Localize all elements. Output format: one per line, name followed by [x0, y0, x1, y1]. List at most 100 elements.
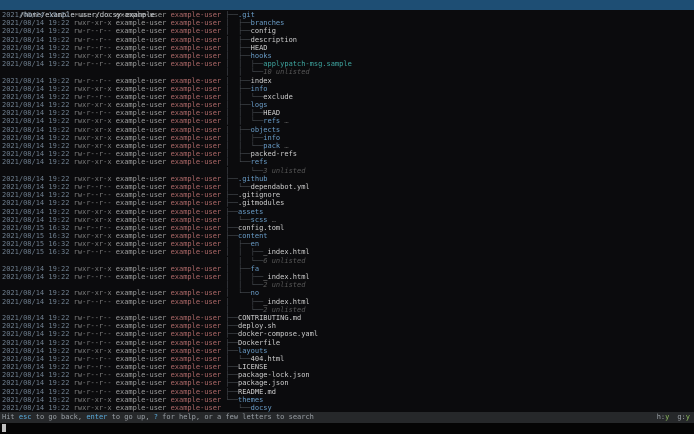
row-modified-date: 2021/08/14 19:22 — [2, 354, 70, 363]
row-permissions: rwxr-xr-x — [73, 404, 112, 412]
row-owner: example-user — [115, 363, 167, 372]
file-name: 404.html — [250, 354, 285, 363]
row-modified-date: 2021/08/15 16:32 — [2, 232, 70, 241]
row-owner: example-user — [115, 19, 167, 28]
row-permissions: rw-r--r-- — [73, 60, 112, 69]
tree-row[interactable]: 2021/08/14 19:22 rwxr-xr-x example-user exa… — [2, 134, 694, 142]
row-group: example-user — [170, 51, 222, 60]
tree-row[interactable]: 2021/08/14 19:22 rw-r--r-- example-user exa… — [2, 388, 694, 396]
tree-row[interactable]: 2021/08/14 19:22 rw-r--r-- example-user exa… — [2, 77, 694, 85]
tree-row[interactable]: 2021/08/14 19:22 rw-r--r-- example-user exa… — [2, 60, 694, 68]
directory-name: logs — [250, 101, 268, 110]
tree-row[interactable]: 2021/08/14 19:22 rw-r--r-- example-user exa… — [2, 379, 694, 387]
row-modified-date: 2021/08/14 19:22 — [2, 92, 70, 101]
tree-row[interactable]: 2021/08/14 19:22 rw-r--r-- example-user exa… — [2, 298, 694, 306]
row-permissions: rwxr-xr-x — [73, 11, 112, 19]
tree-row[interactable]: 2021/08/14 19:22 rwxr-xr-x example-user exa… — [2, 117, 694, 125]
tree-row[interactable]: 2021/08/14 19:22 rw-r--r-- example-user exa… — [2, 355, 694, 363]
tree-row[interactable]: 2021/08/14 19:22 rw-r--r-- example-user exa… — [2, 314, 694, 322]
tree-row[interactable]: 2021/08/14 19:22 rwxr-xr-x example-user exa… — [2, 142, 694, 150]
tree-row[interactable]: 2021/08/14 19:22 rwxr-xr-x example-user exa… — [2, 85, 694, 93]
tree-row[interactable]: │ └──2 unlisted — [2, 306, 694, 314]
tree-row[interactable]: 2021/08/14 19:22 rwxr-xr-x example-user exa… — [2, 52, 694, 60]
tree-row[interactable]: 2021/08/14 19:22 rw-r--r-- example-user exa… — [2, 183, 694, 191]
row-modified-date: 2021/08/14 19:22 — [2, 379, 70, 388]
tree-row[interactable]: 2021/08/14 19:22 rwxr-xr-x example-user exa… — [2, 19, 694, 27]
row-owner: example-user — [115, 395, 167, 404]
row-owner: example-user — [115, 199, 167, 208]
status-hint: Hit esc to go back, enter to go up, ? fo… — [2, 412, 314, 423]
tree-row[interactable]: 2021/08/15 16:32 rw-r--r-- example-user exa… — [2, 248, 694, 256]
tree-row[interactable]: 2021/08/14 19:22 rw-r--r-- example-user exa… — [2, 44, 694, 52]
tree-row[interactable]: 2021/08/14 19:22 rw-r--r-- example-user exa… — [2, 199, 694, 207]
tree-branch-glyph: │ │ └── — [225, 281, 264, 290]
tree-row[interactable]: 2021/08/14 19:22 rwxr-xr-x example-user exa… — [2, 11, 694, 19]
tree-row[interactable]: 2021/08/14 19:22 rw-r--r-- example-user exa… — [2, 339, 694, 347]
tree-branch-glyph: │ │ └── — [225, 256, 264, 265]
status-bar: Hit esc to go back, enter to go up, ? fo… — [0, 412, 694, 423]
tree-row[interactable]: │ │ └──2 unlisted — [2, 281, 694, 289]
row-owner: example-user — [115, 51, 167, 60]
row-modified-date: 2021/08/14 19:22 — [2, 215, 70, 224]
row-permissions: rwxr-xr-x — [73, 133, 112, 142]
tree-row[interactable]: 2021/08/14 19:22 rw-r--r-- example-user exa… — [2, 27, 694, 35]
file-name: _index.html — [263, 273, 310, 281]
tree-row[interactable]: 2021/08/14 19:22 rwxr-xr-x example-user exa… — [2, 265, 694, 273]
tree-row[interactable]: 2021/08/14 19:22 rwxr-xr-x example-user exa… — [2, 158, 694, 166]
tree-branch-glyph: ├── — [225, 330, 238, 339]
tree-row[interactable]: 2021/08/14 19:22 rw-r--r-- example-user exa… — [2, 36, 694, 44]
row-permissions: rw-r--r-- — [73, 297, 112, 306]
tree-row[interactable]: 2021/08/14 19:22 rwxr-xr-x example-user exa… — [2, 126, 694, 134]
row-permissions: rwxr-xr-x — [73, 84, 112, 93]
command-input-line[interactable] — [0, 423, 694, 434]
tree-row[interactable]: │ │ └──10 unlisted — [2, 68, 694, 76]
tree-row[interactable]: 2021/08/14 19:22 rw-r--r-- example-user exa… — [2, 150, 694, 158]
toggle-h: h:y — [657, 413, 670, 421]
tree-row[interactable]: 2021/08/15 16:32 rwxr-xr-x example-user exa… — [2, 240, 694, 248]
tree-row[interactable]: 2021/08/14 19:22 rwxr-xr-x example-user exa… — [2, 404, 694, 412]
row-owner: example-user — [115, 322, 167, 331]
tree-row[interactable]: 2021/08/14 19:22 rw-r--r-- example-user exa… — [2, 93, 694, 101]
tree-row[interactable]: 2021/08/14 19:22 rw-r--r-- example-user exa… — [2, 330, 694, 338]
tree-row[interactable]: 2021/08/14 19:22 rw-r--r-- example-user exa… — [2, 273, 694, 281]
tree-row[interactable]: 2021/08/14 19:22 rw-r--r-- example-user exa… — [2, 109, 694, 117]
tree-branch-glyph: ├── — [225, 371, 238, 380]
file-name: .gitmodules — [238, 199, 285, 208]
tree-row[interactable]: 2021/08/15 16:32 rwxr-xr-x example-user exa… — [2, 232, 694, 240]
row-permissions: rw-r--r-- — [73, 354, 112, 363]
row-group: example-user — [170, 273, 222, 281]
row-owner: example-user — [115, 273, 167, 281]
row-owner: example-user — [115, 371, 167, 380]
tree-row[interactable]: 2021/08/14 19:22 rwxr-xr-x example-user exa… — [2, 208, 694, 216]
tree-row[interactable]: 2021/08/15 16:32 rw-r--r-- example-user exa… — [2, 224, 694, 232]
row-owner: example-user — [115, 27, 167, 36]
file-name: config — [250, 27, 276, 36]
row-group: example-user — [170, 43, 222, 52]
tree-branch-glyph: │ └── — [225, 289, 251, 298]
tree-row[interactable]: 2021/08/14 19:22 rwxr-xr-x example-user exa… — [2, 175, 694, 183]
hint-key: esc — [18, 413, 32, 421]
row-permissions: rw-r--r-- — [73, 92, 112, 101]
directory-name: assets — [238, 207, 264, 216]
tree-row[interactable]: 2021/08/14 19:22 rw-r--r-- example-user exa… — [2, 363, 694, 371]
tree-row[interactable]: │ └──3 unlisted — [2, 167, 694, 175]
tree-branch-glyph: │ └── — [225, 305, 264, 314]
row-modified-date: 2021/08/14 19:22 — [2, 150, 70, 159]
tree-row[interactable]: 2021/08/14 19:22 rwxr-xr-x example-user exa… — [2, 101, 694, 109]
tree-row[interactable]: 2021/08/14 19:22 rwxr-xr-x example-user exa… — [2, 347, 694, 355]
tree-row[interactable]: 2021/08/14 19:22 rwxr-xr-x example-user exa… — [2, 216, 694, 224]
hint-text: Hit — [2, 413, 19, 421]
file-name: README.md — [238, 387, 276, 396]
tree-row[interactable]: 2021/08/14 19:22 rw-r--r-- example-user exa… — [2, 191, 694, 199]
tree-row[interactable]: 2021/08/14 19:22 rw-r--r-- example-user exa… — [2, 371, 694, 379]
tree-row[interactable]: 2021/08/14 19:22 rwxr-xr-x example-user exa… — [2, 289, 694, 297]
row-owner: example-user — [115, 248, 167, 257]
row-owner: example-user — [115, 191, 167, 200]
unlisted-count: 6 unlisted — [263, 256, 306, 265]
tree-row[interactable]: 2021/08/14 19:22 rw-r--r-- example-user exa… — [2, 322, 694, 330]
row-modified-date: 2021/08/14 19:22 — [2, 322, 70, 331]
row-permissions: rwxr-xr-x — [73, 142, 112, 150]
tree-row[interactable]: │ │ └──6 unlisted — [2, 257, 694, 265]
tree-row[interactable]: 2021/08/14 19:22 rwxr-xr-x example-user exa… — [2, 396, 694, 404]
row-permissions: rw-r--r-- — [73, 313, 112, 322]
